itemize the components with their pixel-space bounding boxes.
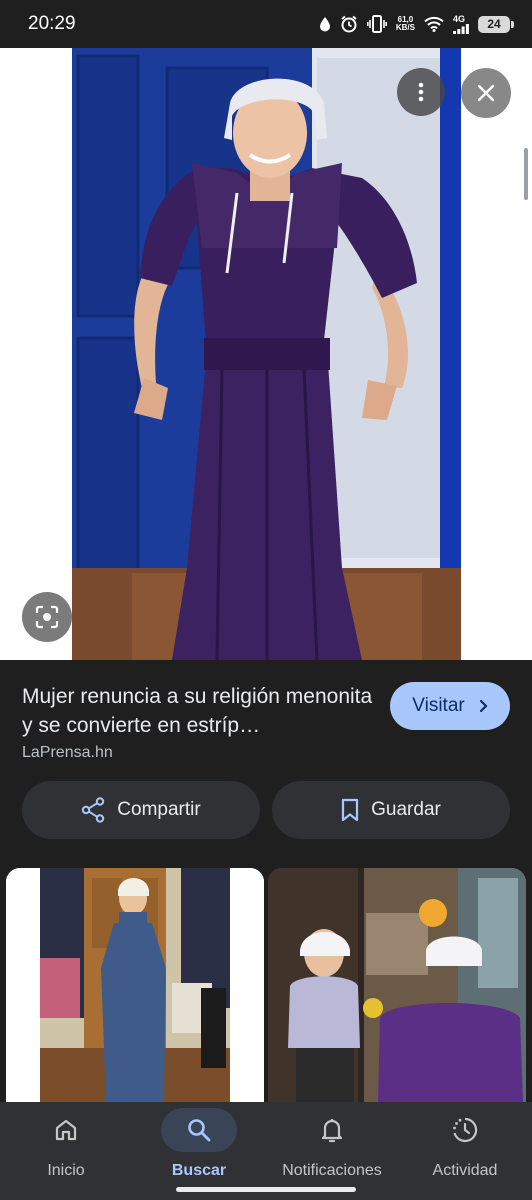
status-icons: 61,0 KB/S 4G 24 — [319, 13, 514, 34]
related-image-2[interactable] — [268, 868, 526, 1102]
vibrate-icon — [366, 15, 387, 33]
related-image-1[interactable] — [6, 868, 264, 1102]
related-image-1-illustration — [6, 868, 264, 1102]
nav-home-icon-wrap — [28, 1108, 104, 1152]
nav-search-icon-wrap — [161, 1108, 237, 1152]
main-photo-illustration — [72, 48, 461, 660]
signal-icon — [453, 23, 469, 34]
activity-icon — [453, 1117, 478, 1143]
bell-icon — [321, 1119, 343, 1143]
related-image-2-illustration — [268, 868, 526, 1102]
battery-indicator: 24 — [478, 15, 514, 33]
nav-home-label: Inicio — [47, 1162, 85, 1179]
save-button[interactable]: Guardar — [272, 781, 510, 839]
nav-notifications-icon-wrap — [294, 1108, 370, 1152]
alarm-icon — [341, 15, 357, 33]
wifi-icon — [424, 16, 444, 32]
home-indicator[interactable] — [176, 1187, 356, 1192]
bookmark-icon — [342, 798, 359, 822]
share-label: Compartir — [117, 799, 201, 820]
search-icon — [188, 1119, 211, 1142]
share-icon — [82, 797, 105, 823]
lens-icon — [35, 605, 59, 629]
image-viewer[interactable] — [0, 48, 532, 660]
scrollbar[interactable] — [524, 148, 528, 200]
visit-button[interactable]: Visitar — [390, 682, 510, 730]
more-vert-icon — [418, 82, 424, 102]
nav-notifications[interactable]: Notificaciones — [276, 1102, 388, 1200]
visit-label: Visitar — [412, 695, 465, 716]
drop-icon — [319, 17, 330, 32]
status-bar: 20:29 61,0 KB/S 4G 24 — [0, 0, 532, 48]
close-icon — [477, 84, 495, 102]
home-icon — [55, 1119, 77, 1141]
chevron-right-icon — [479, 699, 488, 713]
net-speed: 61,0 KB/S — [396, 16, 415, 32]
nav-activity[interactable]: Actividad — [427, 1102, 503, 1200]
nav-activity-label: Actividad — [432, 1162, 498, 1179]
result-info: Mujer renuncia a su religión menonita y … — [0, 660, 532, 868]
net-speed-unit: KB/S — [395, 23, 415, 32]
cell-signal: 4G — [453, 13, 469, 34]
status-time: 20:29 — [28, 13, 76, 34]
more-options-button[interactable] — [397, 68, 445, 116]
lens-search-button[interactable] — [22, 592, 72, 642]
save-label: Guardar — [371, 799, 441, 820]
main-photo[interactable] — [72, 48, 461, 660]
nav-search-label: Buscar — [171, 1162, 227, 1179]
bottom-navigation: Inicio Buscar Notificaciones Actividad — [0, 1102, 532, 1200]
related-results — [0, 868, 532, 1102]
nav-search[interactable]: Buscar — [161, 1102, 237, 1200]
result-title[interactable]: Mujer renuncia a su religión menonita y … — [22, 682, 382, 740]
nav-home[interactable]: Inicio — [28, 1102, 104, 1200]
nav-activity-icon-wrap — [427, 1108, 503, 1152]
share-button[interactable]: Compartir — [22, 781, 260, 839]
network-type: 4G — [453, 13, 466, 24]
nav-notifications-label: Notificaciones — [282, 1162, 382, 1179]
result-source[interactable]: LaPrensa.hn — [22, 744, 113, 762]
close-button[interactable] — [461, 68, 511, 118]
